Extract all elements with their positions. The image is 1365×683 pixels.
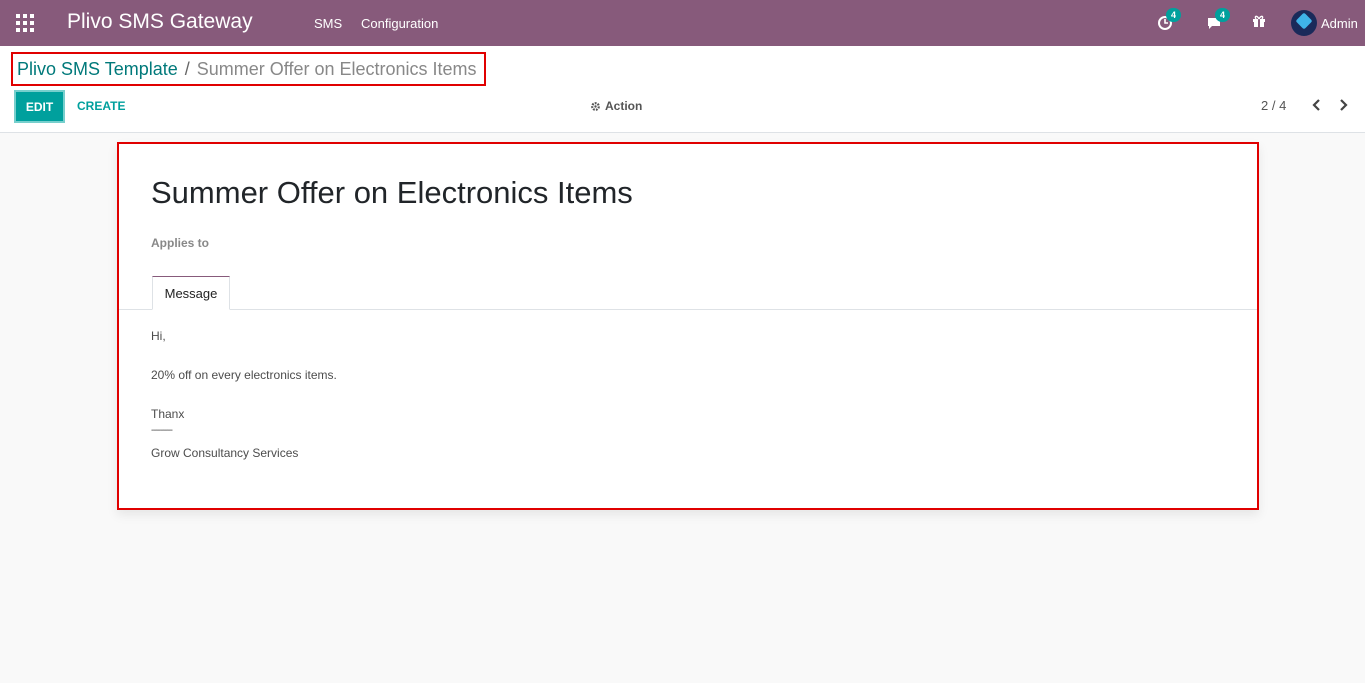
- message-line: Thanx: [151, 407, 185, 421]
- user-name: Admin: [1321, 15, 1358, 31]
- pager-next-button[interactable]: [1337, 97, 1351, 113]
- messaging-menu[interactable]: 4: [1206, 0, 1231, 46]
- form-sheet: Summer Offer on Electronics Items Applie…: [117, 142, 1259, 510]
- breadcrumb-parent-link[interactable]: Plivo SMS Template: [17, 59, 178, 80]
- menu-configuration[interactable]: Configuration: [361, 16, 438, 31]
- message-count-badge: 4: [1215, 8, 1231, 22]
- app-title[interactable]: Plivo SMS Gateway: [67, 10, 253, 34]
- create-button[interactable]: CREATE: [77, 99, 125, 113]
- pager-value[interactable]: 2 / 4: [1261, 98, 1286, 113]
- activity-menu[interactable]: 4: [1157, 0, 1182, 46]
- pager-previous-button[interactable]: [1309, 97, 1323, 113]
- action-dropdown[interactable]: Action: [590, 99, 642, 113]
- tab-message[interactable]: Message: [152, 276, 230, 310]
- chevron-left-icon: [1312, 99, 1320, 111]
- edit-button[interactable]: EDIT: [14, 90, 65, 123]
- activity-count-badge: 4: [1166, 8, 1182, 22]
- message-separator: ---------: [151, 425, 173, 436]
- message-line: 20% off on every electronics items.: [151, 368, 337, 382]
- applies-to-label: Applies to: [151, 236, 210, 250]
- tab-divider: [119, 309, 1257, 310]
- breadcrumb-separator: /: [184, 58, 190, 79]
- top-navbar: Plivo SMS Gateway SMS Configuration 4 4 …: [0, 0, 1365, 46]
- chevron-right-icon: [1340, 99, 1348, 111]
- apps-menu-icon[interactable]: [16, 14, 34, 32]
- clock-icon: 4: [1157, 8, 1182, 31]
- gift-menu[interactable]: [1252, 0, 1266, 46]
- gear-icon: [591, 101, 600, 111]
- gift-icon: [1252, 14, 1266, 33]
- user-menu[interactable]: Admin: [1291, 0, 1358, 46]
- avatar: [1291, 10, 1317, 36]
- control-panel: Plivo SMS Template / Summer Offer on Ele…: [0, 46, 1365, 133]
- message-line: Grow Consultancy Services: [151, 446, 299, 460]
- menu-sms[interactable]: SMS: [314, 16, 342, 31]
- breadcrumb-current: Summer Offer on Electronics Items: [196, 58, 477, 79]
- chat-icon: 4: [1206, 8, 1231, 31]
- breadcrumb: Plivo SMS Template / Summer Offer on Ele…: [11, 52, 486, 86]
- message-line: Hi,: [151, 329, 166, 343]
- record-title: Summer Offer on Electronics Items: [151, 175, 633, 210]
- action-label: Action: [605, 99, 643, 113]
